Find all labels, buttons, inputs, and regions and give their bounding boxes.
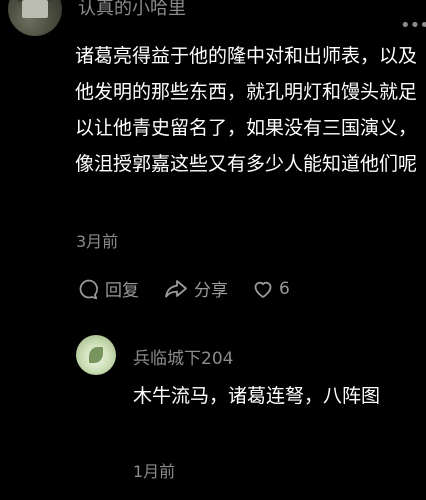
- like-count: 6: [279, 278, 290, 299]
- heart-icon: [254, 281, 272, 298]
- avatar-image-leaf: [89, 347, 103, 363]
- comment-text: 诸葛亮得益于他的隆中对和出师表，以及他发明的那些东西，就孔明灯和馒头就足以让他青…: [75, 45, 418, 175]
- share-button[interactable]: 分享: [163, 276, 228, 301]
- commenter-username[interactable]: 认真的小哈里: [78, 0, 186, 20]
- reply-label: 回复: [105, 281, 139, 301]
- comment-timestamp: 3月前: [76, 232, 119, 251]
- reply-button[interactable]: 回复: [78, 276, 139, 301]
- comment-actions: 回复 分享 6: [78, 276, 314, 301]
- share-label: 分享: [194, 281, 228, 301]
- more-horizontal-icon[interactable]: •••: [400, 17, 426, 35]
- reply-bubble-icon: [79, 279, 98, 299]
- like-button[interactable]: 6: [252, 278, 290, 300]
- share-arrow-icon: [165, 279, 187, 298]
- avatar-image-building: [22, 0, 48, 18]
- commenter-avatar[interactable]: [8, 0, 62, 36]
- reply-text: 木牛流马，诸葛连弩，八阵图: [133, 385, 381, 407]
- replier-username[interactable]: 兵临城下204: [133, 344, 233, 369]
- replier-avatar[interactable]: [76, 335, 116, 375]
- reply-timestamp: 1月前: [133, 462, 176, 481]
